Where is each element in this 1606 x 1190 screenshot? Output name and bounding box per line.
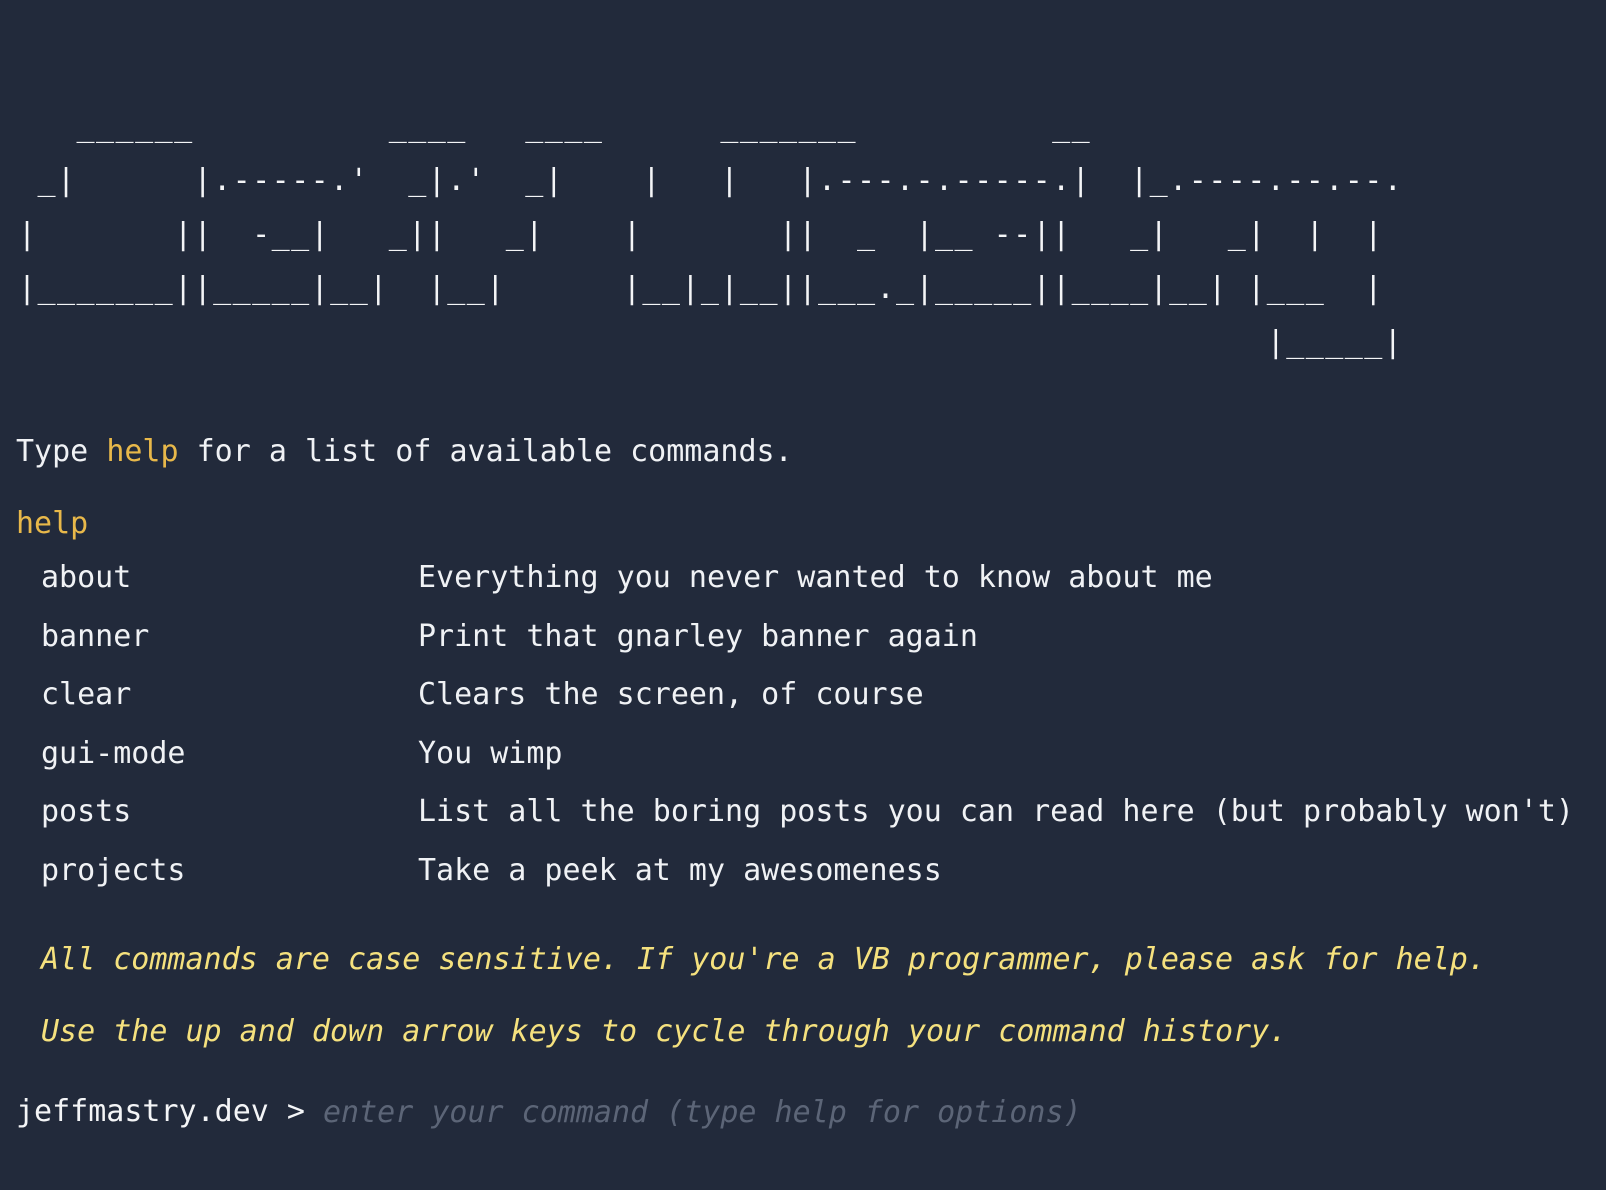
command-name: banner <box>41 618 150 654</box>
command-name: about <box>41 560 132 595</box>
prompt-line: jeffmastry.dev > <box>16 1090 1223 1134</box>
command-row-projects: projects Take a peek at my awesomeness <box>41 849 1581 908</box>
terminal-window: ______ ____ ____ _______ __ _| |.-----.'… <box>0 0 1606 1190</box>
intro-text-before: Type <box>16 434 107 469</box>
command-row-banner: banner Print that gnarley banner again <box>41 615 1581 674</box>
command-description: Print that gnarley banner again <box>418 618 978 654</box>
command-list: about Everything you never wanted to kno… <box>41 556 1581 908</box>
command-row-about: about Everything you never wanted to kno… <box>41 556 1581 615</box>
command-description: Everything you never wanted to know abou… <box>418 560 1213 595</box>
command-description: You wimp <box>418 735 563 771</box>
command-name: gui-mode <box>41 735 186 771</box>
command-name: clear <box>41 677 132 713</box>
intro-help-keyword: help <box>106 434 179 469</box>
command-row-posts: posts List all the boring posts you can … <box>41 790 1581 849</box>
command-description: Clears the screen, of course <box>418 677 924 713</box>
intro-line: Type help for a list of available comman… <box>16 430 793 474</box>
command-name: projects <box>41 852 186 888</box>
ascii-banner: ______ ____ ____ _______ __ _| |.-----.'… <box>18 109 1404 360</box>
command-row-gui-mode: gui-mode You wimp <box>41 732 1581 791</box>
command-input[interactable] <box>322 1094 1223 1130</box>
command-description: Take a peek at my awesomeness <box>418 852 942 888</box>
prompt-label: jeffmastry.dev > <box>16 1094 305 1129</box>
intro-text-after: for a list of available commands. <box>178 434 793 469</box>
command-name: posts <box>41 794 132 830</box>
command-row-clear: clear Clears the screen, of course <box>41 673 1581 732</box>
case-sensitivity-note: All commands are case sensitive. If you'… <box>41 942 1486 977</box>
history-note: Use the up and down arrow keys to cycle … <box>41 1014 1288 1049</box>
command-description: List all the boring posts you can read h… <box>418 794 1574 830</box>
command-echo: help <box>16 506 89 541</box>
